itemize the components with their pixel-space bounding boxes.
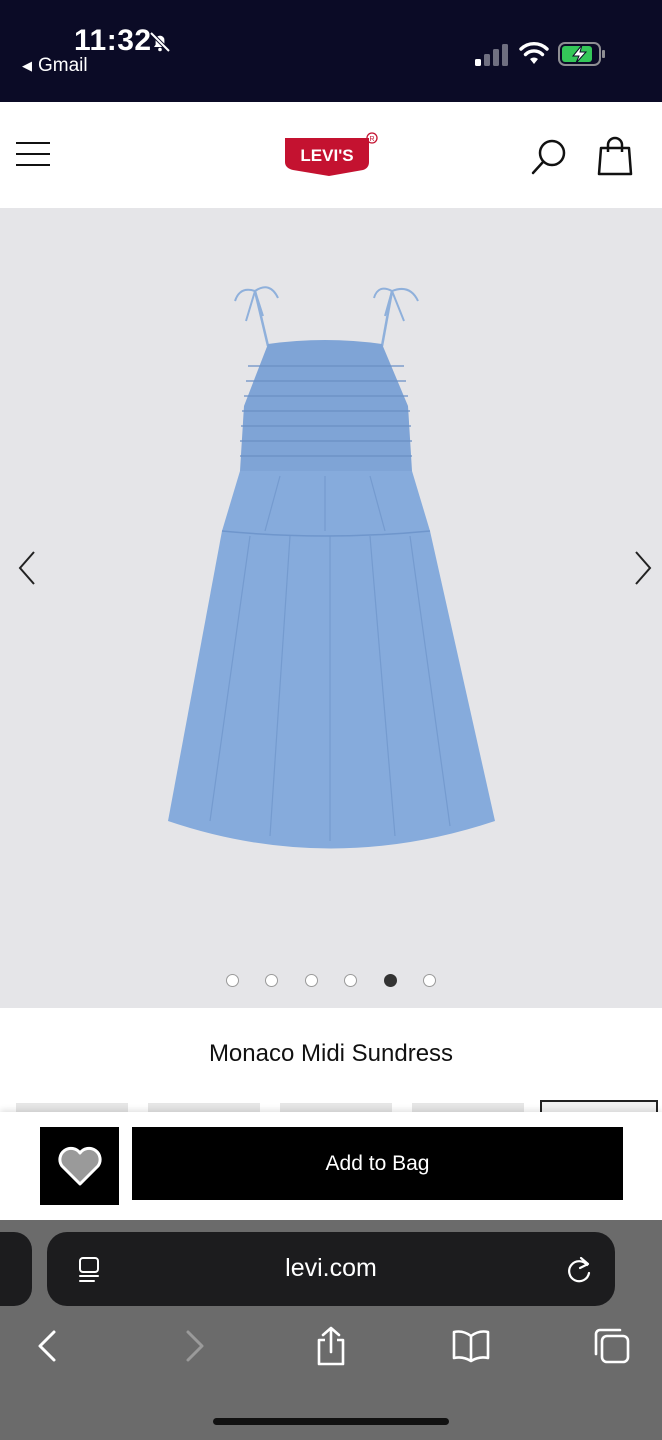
browser-chrome: levi.com <box>0 1220 662 1440</box>
bookmarks-icon[interactable] <box>451 1326 491 1366</box>
status-time: 11:32 <box>74 24 152 57</box>
heart-icon <box>57 1146 102 1186</box>
image-pagination <box>0 974 662 990</box>
add-to-bag-button[interactable]: Add to Bag <box>132 1127 623 1200</box>
back-icon[interactable] <box>30 1326 70 1366</box>
url-text: levi.com <box>285 1254 377 1282</box>
forward-icon[interactable] <box>172 1326 212 1366</box>
shopping-bag-icon[interactable] <box>596 136 634 176</box>
pagination-dot-active[interactable] <box>384 974 397 987</box>
back-to-app-link[interactable]: ◀ Gmail <box>22 55 88 77</box>
levis-logo[interactable]: LEVI'S R <box>283 132 379 178</box>
product-image <box>168 286 495 849</box>
previous-image-arrow-icon[interactable] <box>14 548 40 588</box>
pagination-dot[interactable] <box>226 974 239 987</box>
status-bar: 11:32 ◀ Gmail <box>0 0 662 102</box>
menu-icon[interactable] <box>16 142 50 168</box>
pagination-dot[interactable] <box>344 974 357 987</box>
back-triangle-icon: ◀ <box>22 58 32 73</box>
pagination-dot[interactable] <box>305 974 318 987</box>
site-header: LEVI'S R <box>0 102 662 208</box>
add-to-bag-bar: Add to Bag <box>0 1112 662 1220</box>
battery-charging-icon <box>558 42 605 66</box>
wishlist-button[interactable] <box>40 1127 119 1205</box>
address-bar[interactable]: levi.com <box>47 1232 615 1306</box>
pagination-dot[interactable] <box>423 974 436 987</box>
product-gallery[interactable] <box>0 208 662 1008</box>
product-title: Monaco Midi Sundress <box>208 1040 454 1067</box>
bell-slash-icon <box>149 31 171 53</box>
next-image-arrow-icon[interactable] <box>630 548 656 588</box>
svg-text:LEVI'S: LEVI'S <box>300 146 353 165</box>
back-app-label: Gmail <box>38 55 88 76</box>
share-icon[interactable] <box>311 1326 351 1366</box>
previous-tab-peek[interactable] <box>0 1232 32 1306</box>
tabs-icon[interactable] <box>592 1326 632 1366</box>
home-indicator[interactable] <box>213 1418 449 1425</box>
pagination-dot[interactable] <box>265 974 278 987</box>
svg-text:R: R <box>369 136 374 143</box>
reload-icon[interactable] <box>565 1255 593 1285</box>
search-icon[interactable] <box>530 138 568 176</box>
wifi-icon <box>519 42 549 64</box>
cellular-signal-icon <box>475 44 508 66</box>
